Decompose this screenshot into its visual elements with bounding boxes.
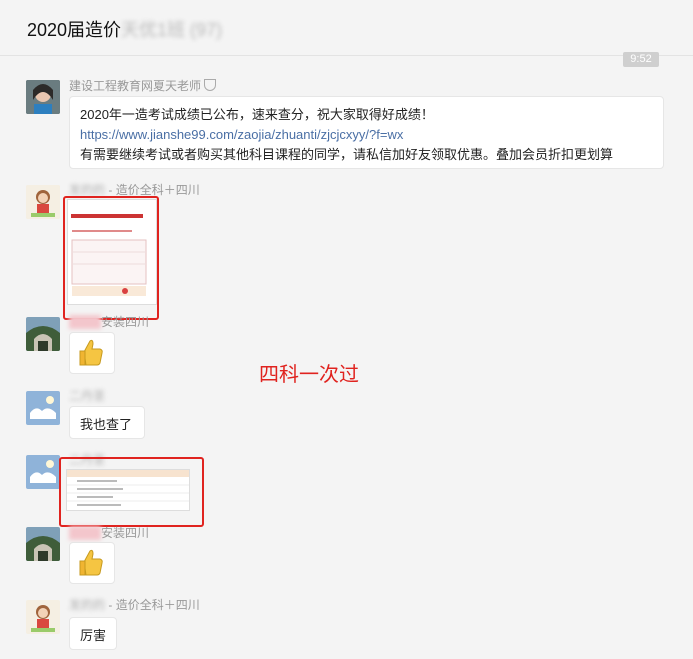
avatar-image [26,185,60,219]
message-link[interactable]: https://www.jianshe99.com/zaojia/zhuanti… [80,125,653,145]
sender-name: 二丹茎 [69,389,106,403]
annotation-text: 四科一次过 [259,362,359,386]
avatar[interactable] [26,80,60,114]
message-bubble[interactable]: 2020年一造考试成绩已公布，速来查分，祝大家取得好成绩！ https://ww… [69,96,664,169]
avatar[interactable] [26,455,60,489]
chat-title[interactable]: 2020届造价天优1班 (97) [27,16,222,42]
avatar[interactable] [26,600,60,634]
scrollbar[interactable] [685,56,693,659]
highlight-box [59,457,204,527]
sender-name: XXXX安装四川 [69,315,150,329]
avatar-image [26,600,60,634]
highlight-box [63,196,159,320]
thumbs-up-icon [79,339,103,366]
sticker-message[interactable] [69,332,115,374]
message-line: 有需要继续考试或者购买其他科目课程的同学，请私信加好友领取优惠。叠加会员折扣更划… [80,147,614,162]
sticker-message[interactable] [69,542,115,584]
thumbs-up-icon [79,549,103,576]
avatar-image [26,527,60,561]
message-bubble[interactable]: 厉害 [69,617,117,650]
timestamp: 9:52 [623,52,659,67]
message-line: 2020年一造考试成绩已公布，速来查分，祝大家取得好成绩！ [80,107,434,122]
avatar[interactable] [26,527,60,561]
shield-icon [204,79,217,91]
avatar-image [26,80,60,114]
sender-name: 建设工程教育网夏天老师 [69,77,217,94]
avatar[interactable] [26,317,60,351]
avatar[interactable] [26,185,60,219]
avatar[interactable] [26,391,60,425]
avatar-image [26,391,60,425]
chat-header: 2020届造价天优1班 (97) [0,0,693,56]
avatar-image [26,317,60,351]
chat-title-blurred: 天优1班 (97) [121,20,223,40]
avatar-image [26,455,60,489]
sender-name: XXXX安装四川 [69,526,150,540]
sender-name: 发的的 - 造价全科＋四川 [69,598,200,612]
message-bubble[interactable]: 我也查了 [69,406,145,439]
